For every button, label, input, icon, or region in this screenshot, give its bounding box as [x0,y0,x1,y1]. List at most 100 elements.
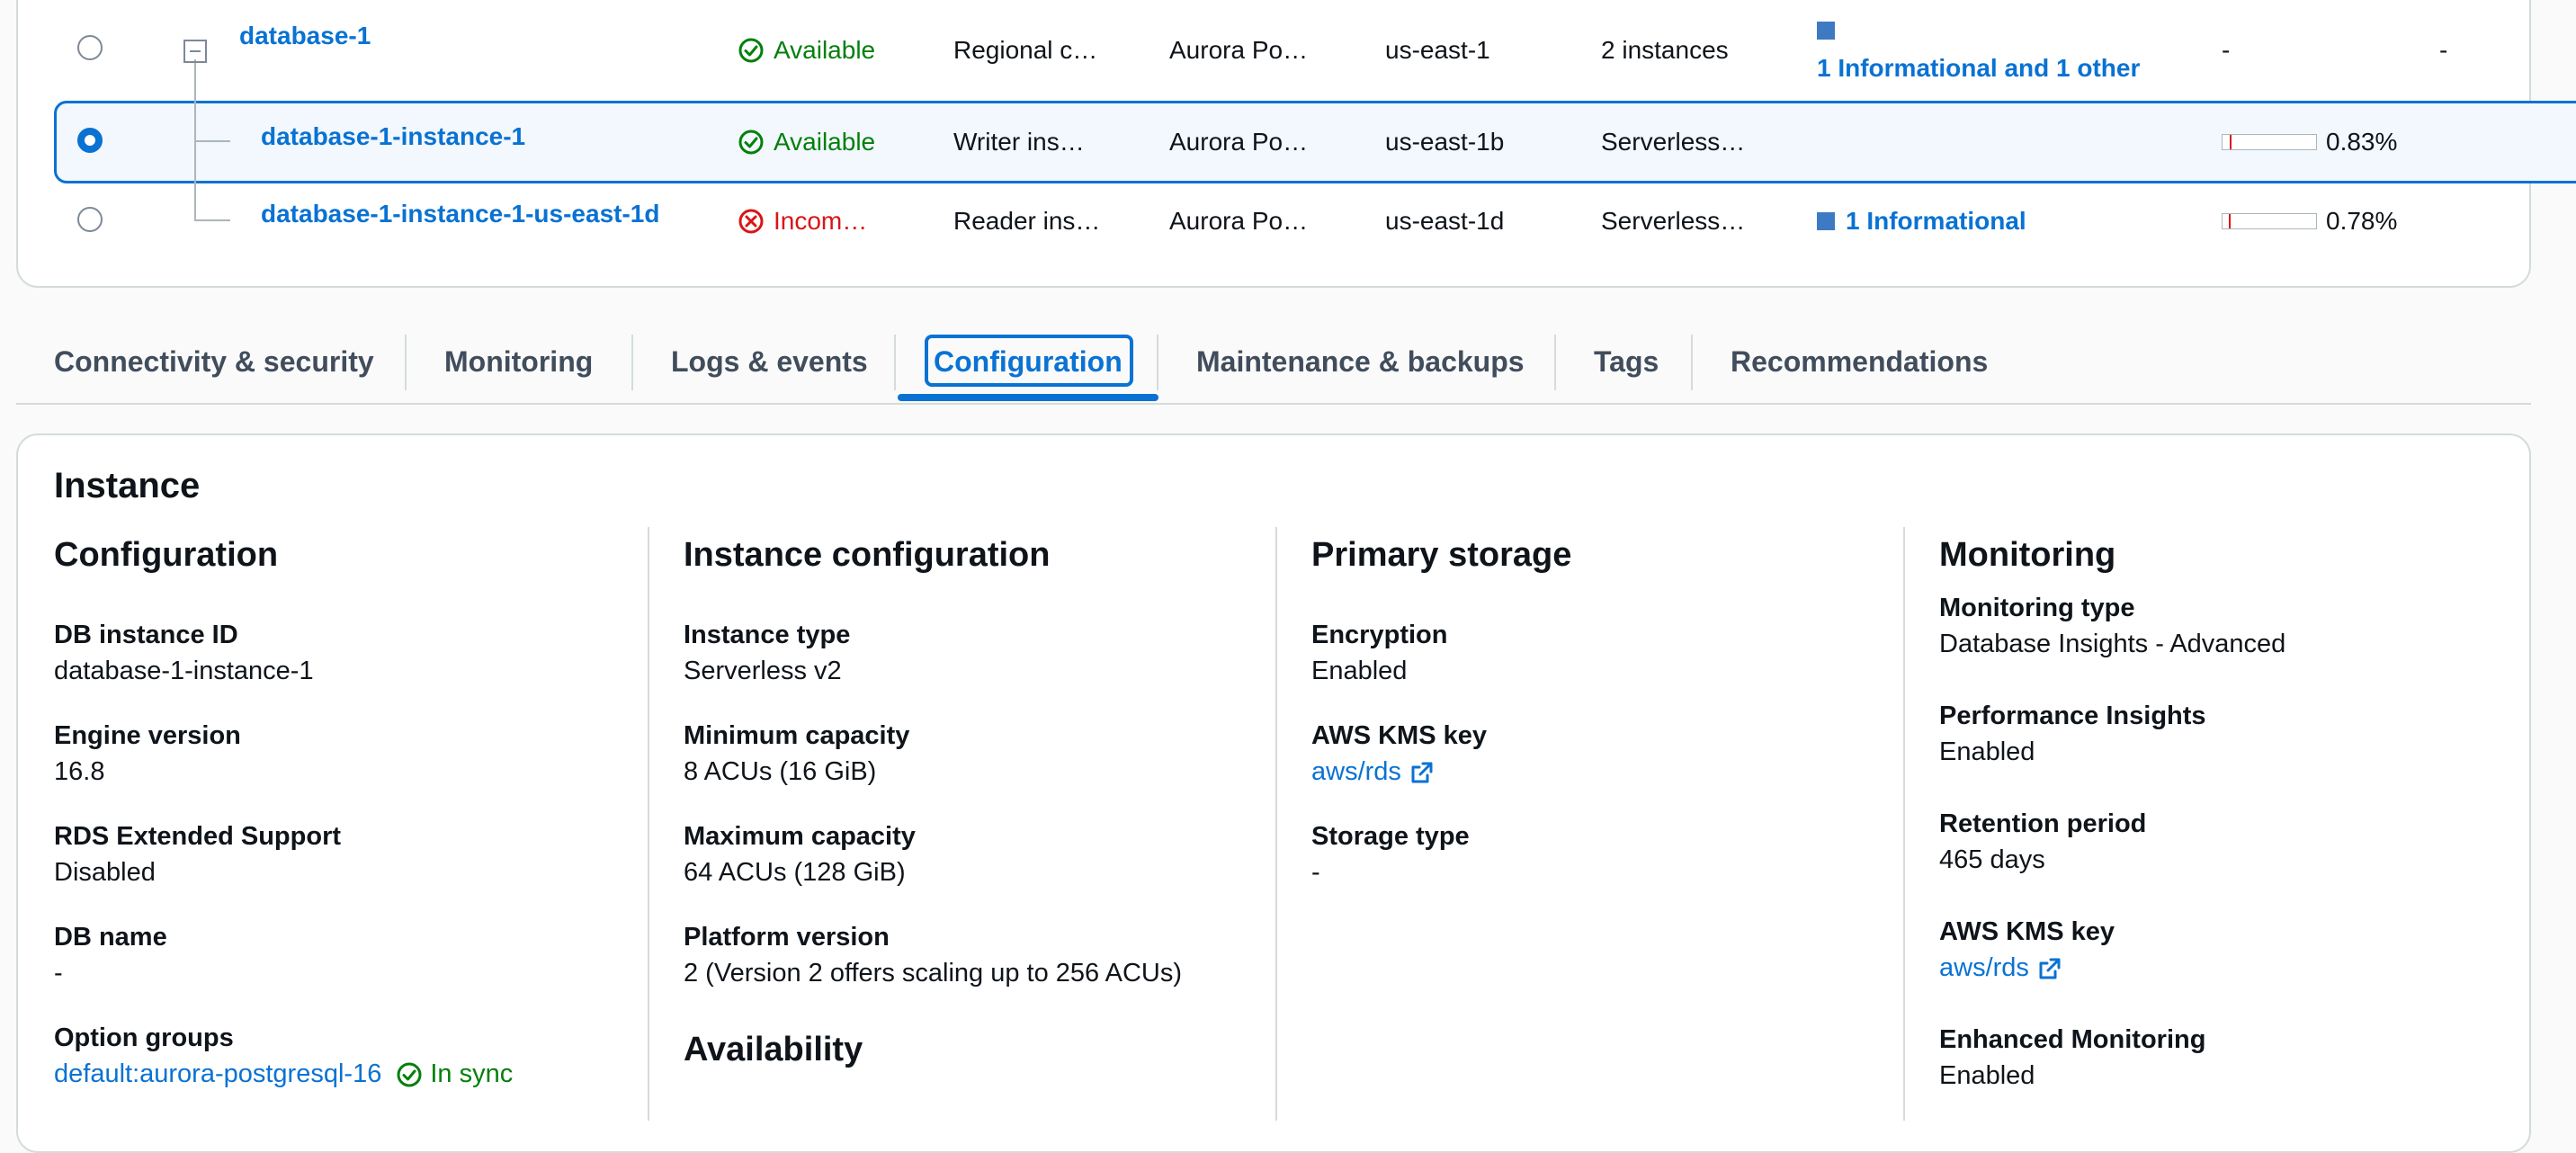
table-row[interactable]: database-1 Available Regional c… Aurora … [0,7,2515,94]
status-cell: Available [738,7,875,94]
row-select-radio[interactable] [77,207,103,232]
field-label: DB instance ID [54,621,238,649]
size-cell: Serverless… [1601,128,1746,156]
field-label: Instance type [684,621,851,649]
option-group-link[interactable]: default:aurora-postgresql-16 [54,1059,381,1089]
platform-version-value: 2 (Version 2 offers scaling up to 256 AC… [684,959,1182,988]
recommendations-link[interactable]: 1 Informational and 1 other [1817,54,2140,83]
db-name-value: - [54,959,63,988]
enhanced-monitoring-value: Enabled [1939,1061,2035,1090]
field-label: Maximum capacity [684,822,916,851]
tab-focus-ring [925,335,1133,387]
tab-divider [631,335,633,390]
cpu-bar [2222,213,2317,229]
engine-cell: Aurora Po… [1169,128,1309,156]
option-groups-value: default:aurora-postgresql-16 In sync [54,1059,513,1089]
engine-version-value: 16.8 [54,757,105,786]
role-cell: Regional c… [953,36,1098,64]
row-select-radio[interactable] [77,35,103,60]
status-text: Available [774,36,876,64]
status-text: Incom… [774,207,868,235]
external-link-icon[interactable] [2038,957,2062,980]
cpu-cell: 0.78% [2222,178,2397,264]
field-label: DB name [54,923,167,952]
row-select-radio[interactable] [77,128,103,153]
section-heading-availability: Availability [684,1031,863,1068]
status-cell: Incom… [738,178,867,264]
active-tab-indicator [898,394,1158,401]
status-text: Available [774,128,876,156]
field-label: Storage type [1311,822,1470,851]
field-label: Monitoring type [1939,594,2135,622]
tab-divider [1691,335,1693,390]
kms-key-link[interactable]: aws/rds [1311,757,1401,787]
table-row[interactable]: database-1-instance-1-us-east-1d Incom… … [0,178,2515,264]
field-label: Performance Insights [1939,702,2206,730]
field-label: Option groups [54,1023,234,1052]
error-circle-icon [738,209,764,234]
db-instance-id-value: database-1-instance-1 [54,657,314,685]
region-cell: us-east-1b [1385,128,1505,156]
panel-title: Instance [54,466,201,505]
engine-cell: Aurora Po… [1169,207,1309,235]
check-circle-icon [738,130,764,155]
kms-key-link[interactable]: aws/rds [1939,953,2029,983]
field-label: Minimum capacity [684,721,910,750]
tab-divider [894,335,896,390]
field-label: Engine version [54,721,241,750]
section-heading-instance-configuration: Instance configuration [684,536,1051,574]
section-heading-configuration: Configuration [54,536,279,574]
monitoring-type-value: Database Insights - Advanced [1939,630,2286,658]
monitoring-kms-key-value: aws/rds [1939,953,2062,983]
field-label: Retention period [1939,809,2147,838]
field-label: RDS Extended Support [54,822,342,851]
region-cell: us-east-1d [1385,207,1505,235]
retention-period-value: 465 days [1939,845,2045,874]
db-identifier-link[interactable]: database-1-instance-1-us-east-1d [261,171,659,257]
size-cell: 2 instances [1601,36,1729,64]
field-label: Enhanced Monitoring [1939,1025,2206,1054]
tab-tags[interactable]: Tags [1594,342,1659,381]
cpu-cell: 0.83% [2222,99,2397,185]
status-cell: Available [738,99,875,185]
section-heading-primary-storage: Primary storage [1311,536,1572,574]
field-label: Encryption [1311,621,1448,649]
max-capacity-value: 64 ACUs (128 GiB) [684,858,906,887]
region-cell: us-east-1 [1385,36,1490,64]
kms-key-value: aws/rds [1311,757,1434,787]
check-circle-icon [397,1062,422,1086]
tab-monitoring[interactable]: Monitoring [444,342,593,381]
db-identifier-link[interactable]: database-1 [239,0,371,79]
cpu-cell: - [2222,36,2231,64]
field-label: AWS KMS key [1311,721,1487,750]
field-label: Platform version [684,923,890,952]
role-cell: Writer ins… [953,128,1085,156]
tab-maintenance-backups[interactable]: Maintenance & backups [1196,342,1525,381]
detail-tabs: Connectivity & security Monitoring Logs … [16,324,2531,405]
info-square-icon [1817,22,1835,40]
tab-divider [1157,335,1158,390]
field-label: AWS KMS key [1939,917,2115,946]
role-cell: Reader ins… [953,207,1101,235]
recommendations-link[interactable]: 1 Informational [1846,207,2026,236]
cpu-bar [2222,134,2317,150]
tab-logs-events[interactable]: Logs & events [671,342,868,381]
tab-recommendations[interactable]: Recommendations [1731,342,1988,381]
db-identifier-link[interactable]: database-1-instance-1 [261,94,525,180]
sync-status: In sync [430,1059,514,1088]
tab-divider [405,335,407,390]
storage-type-value: - [1311,858,1320,887]
external-link-icon[interactable] [1410,761,1434,784]
collapse-icon[interactable] [183,40,207,63]
size-cell: Serverless… [1601,207,1746,235]
engine-cell: Aurora Po… [1169,36,1309,64]
section-heading-monitoring: Monitoring [1939,536,2116,574]
tab-connectivity-security[interactable]: Connectivity & security [54,342,374,381]
info-square-icon [1817,212,1835,230]
activity-cell: - [2439,36,2448,64]
column-divider [1903,527,1905,1121]
min-capacity-value: 8 ACUs (16 GiB) [684,757,877,786]
instance-type-value: Serverless v2 [684,657,842,685]
performance-insights-value: Enabled [1939,737,2035,766]
tab-divider [1554,335,1556,390]
